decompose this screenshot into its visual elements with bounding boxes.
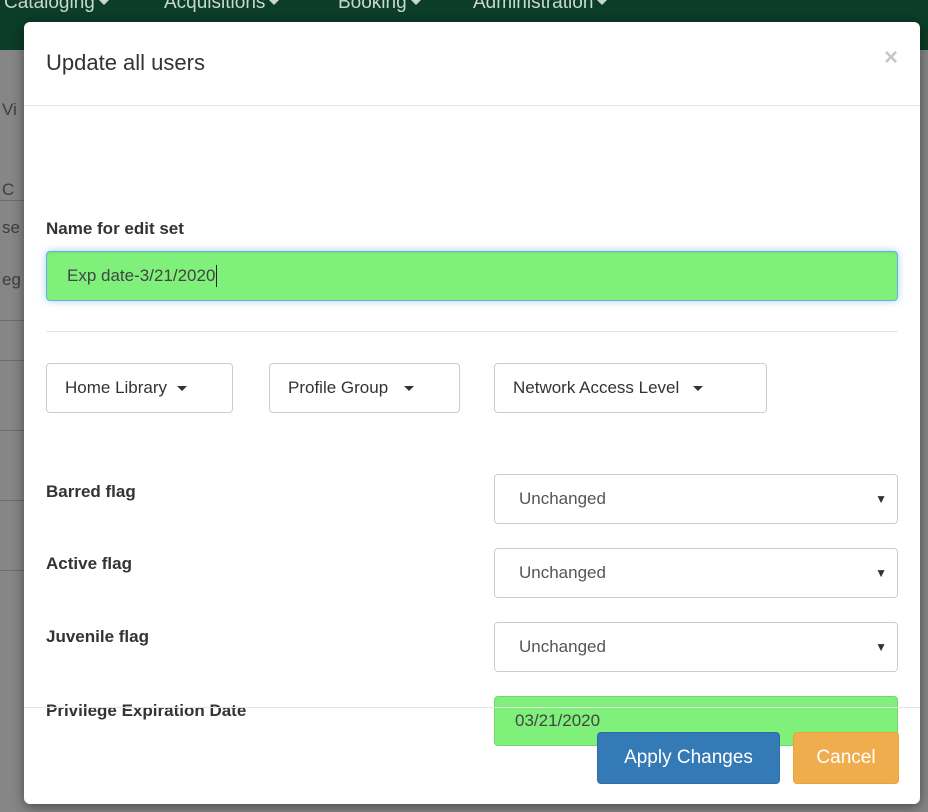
caret-down-icon: [177, 385, 188, 391]
edit-set-name-label: Name for edit set: [46, 219, 184, 238]
select-arrow-icon: ▼: [875, 566, 887, 580]
caret-down-icon: [404, 385, 415, 391]
nav-cataloging[interactable]: Cataloging: [4, 0, 109, 14]
modal-title: Update all users: [46, 50, 205, 75]
home-library-label: Home Library: [65, 378, 168, 397]
juvenile-flag-value: Unchanged: [519, 637, 606, 656]
caret-down-icon: [597, 0, 608, 6]
background-text-fragment: se: [2, 218, 20, 237]
caret-down-icon: [410, 0, 421, 6]
juvenile-flag-label: Juvenile flag: [46, 627, 149, 646]
nav-cataloging-label: Cataloging: [4, 0, 95, 13]
active-flag-select[interactable]: Unchanged ▼: [494, 548, 898, 598]
barred-flag-select[interactable]: Unchanged ▼: [494, 474, 898, 524]
update-users-modal: Update all users × Name for edit set Exp…: [24, 22, 920, 804]
cancel-button[interactable]: Cancel: [793, 732, 899, 784]
text-cursor: [216, 265, 218, 287]
nav-acquisitions-label: Acquisitions: [164, 0, 266, 13]
network-access-label: Network Access Level: [513, 378, 680, 397]
caret-down-icon: [269, 0, 280, 6]
section-divider: [46, 331, 898, 332]
profile-group-dropdown[interactable]: Profile Group: [269, 363, 460, 413]
profile-group-label: Profile Group: [288, 378, 389, 397]
network-access-dropdown[interactable]: Network Access Level: [494, 363, 767, 413]
nav-administration-label: Administration: [473, 0, 594, 13]
edit-set-name-value: Exp date-3/21/2020: [67, 266, 216, 285]
background-text-fragment: eg: [2, 270, 21, 289]
apply-changes-button[interactable]: Apply Changes: [597, 732, 780, 784]
modal-footer: Apply Changes Cancel: [24, 707, 920, 805]
home-library-dropdown[interactable]: Home Library: [46, 363, 233, 413]
barred-flag-label: Barred flag: [46, 482, 136, 501]
nav-booking[interactable]: Booking: [338, 0, 421, 14]
close-icon[interactable]: ×: [884, 46, 898, 70]
nav-booking-label: Booking: [338, 0, 407, 13]
barred-flag-value: Unchanged: [519, 489, 606, 508]
active-flag-label: Active flag: [46, 554, 132, 573]
caret-down-icon: [98, 0, 109, 6]
nav-administration[interactable]: Administration: [473, 0, 608, 14]
background-text-fragment: Vi: [2, 100, 17, 119]
background-text-fragment: C: [2, 180, 15, 199]
nav-acquisitions[interactable]: Acquisitions: [164, 0, 280, 14]
select-arrow-icon: ▼: [875, 640, 887, 654]
select-arrow-icon: ▼: [875, 492, 887, 506]
edit-set-name-input[interactable]: Exp date-3/21/2020: [46, 251, 898, 301]
juvenile-flag-select[interactable]: Unchanged ▼: [494, 622, 898, 672]
caret-down-icon: [693, 385, 704, 391]
modal-header: Update all users ×: [24, 22, 920, 106]
active-flag-value: Unchanged: [519, 563, 606, 582]
